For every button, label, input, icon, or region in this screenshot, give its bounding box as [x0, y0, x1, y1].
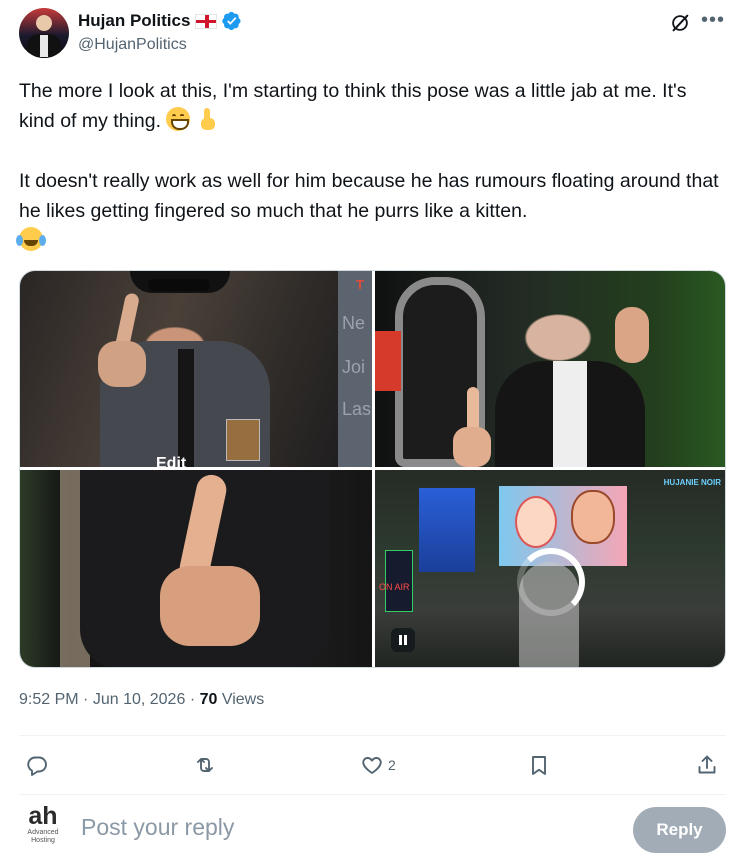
- reply-button[interactable]: Reply: [633, 807, 726, 853]
- reply-input[interactable]: Post your reply: [81, 814, 234, 841]
- grinning-emoji-icon: [166, 107, 191, 131]
- video-tv: [385, 550, 413, 612]
- photo-hand-closeup: [160, 566, 260, 646]
- photo-hand: [98, 341, 146, 387]
- photo-panel-line-2: Joi: [342, 357, 366, 377]
- author-avatar[interactable]: [19, 8, 69, 58]
- tweet-paragraph-2-text: It doesn't really work as well for him b…: [19, 170, 719, 222]
- action-bar: 2: [19, 736, 726, 794]
- england-flag-icon: [195, 13, 218, 29]
- views-count: 70: [199, 691, 218, 708]
- verified-badge-icon[interactable]: [222, 11, 242, 31]
- bookmark-icon: [532, 756, 546, 775]
- avatar-shirt: [40, 35, 48, 57]
- photo-edit-text: Edit: [156, 455, 187, 467]
- video-cartoon-face-1: [515, 496, 557, 548]
- tweet-meta: 9:52 PM · Jun 10, 2026 · 70 Views: [19, 691, 264, 709]
- tweet-body: The more I look at this, I'm starting to…: [16, 76, 719, 256]
- reply-action[interactable]: [25, 752, 49, 778]
- like-action[interactable]: 2: [360, 752, 396, 778]
- meta-separator-1: ·: [83, 691, 89, 708]
- reply-user-avatar[interactable]: ah Advanced Hosting: [21, 804, 65, 848]
- photo-panel-letter: T: [356, 277, 364, 292]
- tweet-paragraph-1: The more I look at this, I'm starting to…: [19, 76, 719, 136]
- like-count: 2: [388, 757, 396, 773]
- meta-separator-2: ·: [189, 691, 196, 708]
- share-icon: [698, 755, 716, 774]
- author-display-name[interactable]: Hujan Politics: [78, 11, 190, 31]
- photo-hand: [453, 427, 491, 467]
- video-on-air-sign: ON AIR: [379, 582, 410, 592]
- repost-icon: [197, 758, 213, 772]
- tears-of-joy-emoji-icon: [16, 227, 46, 251]
- media-image-1[interactable]: T Ne Joi Las Edit: [20, 271, 372, 467]
- reply-composer: ah Advanced Hosting Post your reply Repl…: [19, 796, 726, 867]
- photo-tie: [178, 349, 194, 467]
- repost-action[interactable]: [193, 752, 217, 778]
- pause-button[interactable]: [391, 628, 415, 652]
- media-grid: T Ne Joi Las Edit ON AIR HUJANIE NOIR: [19, 270, 726, 668]
- media-image-2[interactable]: [375, 271, 725, 467]
- reply-icon: [27, 756, 47, 776]
- video-cartoon-face-2: [571, 490, 615, 544]
- video-screen-left: [419, 488, 475, 572]
- share-action[interactable]: [695, 752, 719, 778]
- media-video[interactable]: ON AIR HUJANIE NOIR: [375, 470, 725, 667]
- tweet-header: Hujan Politics @HujanPolitics •••: [19, 6, 725, 60]
- photo-panel-line-1: Ne: [342, 313, 366, 333]
- reply-avatar-logo-text: ah: [28, 802, 58, 830]
- reply-avatar-sub-2: Hosting: [31, 837, 55, 844]
- photo-shirt: [553, 361, 587, 467]
- media-image-3[interactable]: [20, 470, 372, 667]
- tweet-paragraph-2: It doesn't really work as well for him b…: [16, 166, 719, 256]
- author-name-row: Hujan Politics: [78, 11, 242, 31]
- photo-whisky-glass: [226, 419, 260, 461]
- pointing-up-emoji-icon: [196, 107, 220, 131]
- tweet-paragraph-1-text: The more I look at this, I'm starting to…: [19, 80, 687, 132]
- more-icon[interactable]: •••: [701, 10, 725, 30]
- like-icon: [362, 757, 382, 774]
- author-handle[interactable]: @HujanPolitics: [78, 36, 187, 54]
- divider-bottom: [19, 794, 726, 795]
- video-brand-text: HUJANIE NOIR: [663, 478, 721, 487]
- loading-spinner-icon: [517, 548, 585, 616]
- tweet-time[interactable]: 9:52 PM: [19, 691, 79, 708]
- bookmark-action[interactable]: [527, 752, 551, 778]
- photo-waving-hand: [615, 307, 649, 363]
- reply-avatar-sub-1: Advanced: [27, 829, 59, 836]
- grok-icon[interactable]: [669, 12, 691, 34]
- photo-sunglasses: [148, 279, 210, 291]
- photo-red-sign: [375, 331, 401, 391]
- views-label: Views: [221, 691, 265, 708]
- tweet-date[interactable]: Jun 10, 2026: [93, 691, 186, 708]
- photo-panel-line-3: Las: [342, 399, 372, 419]
